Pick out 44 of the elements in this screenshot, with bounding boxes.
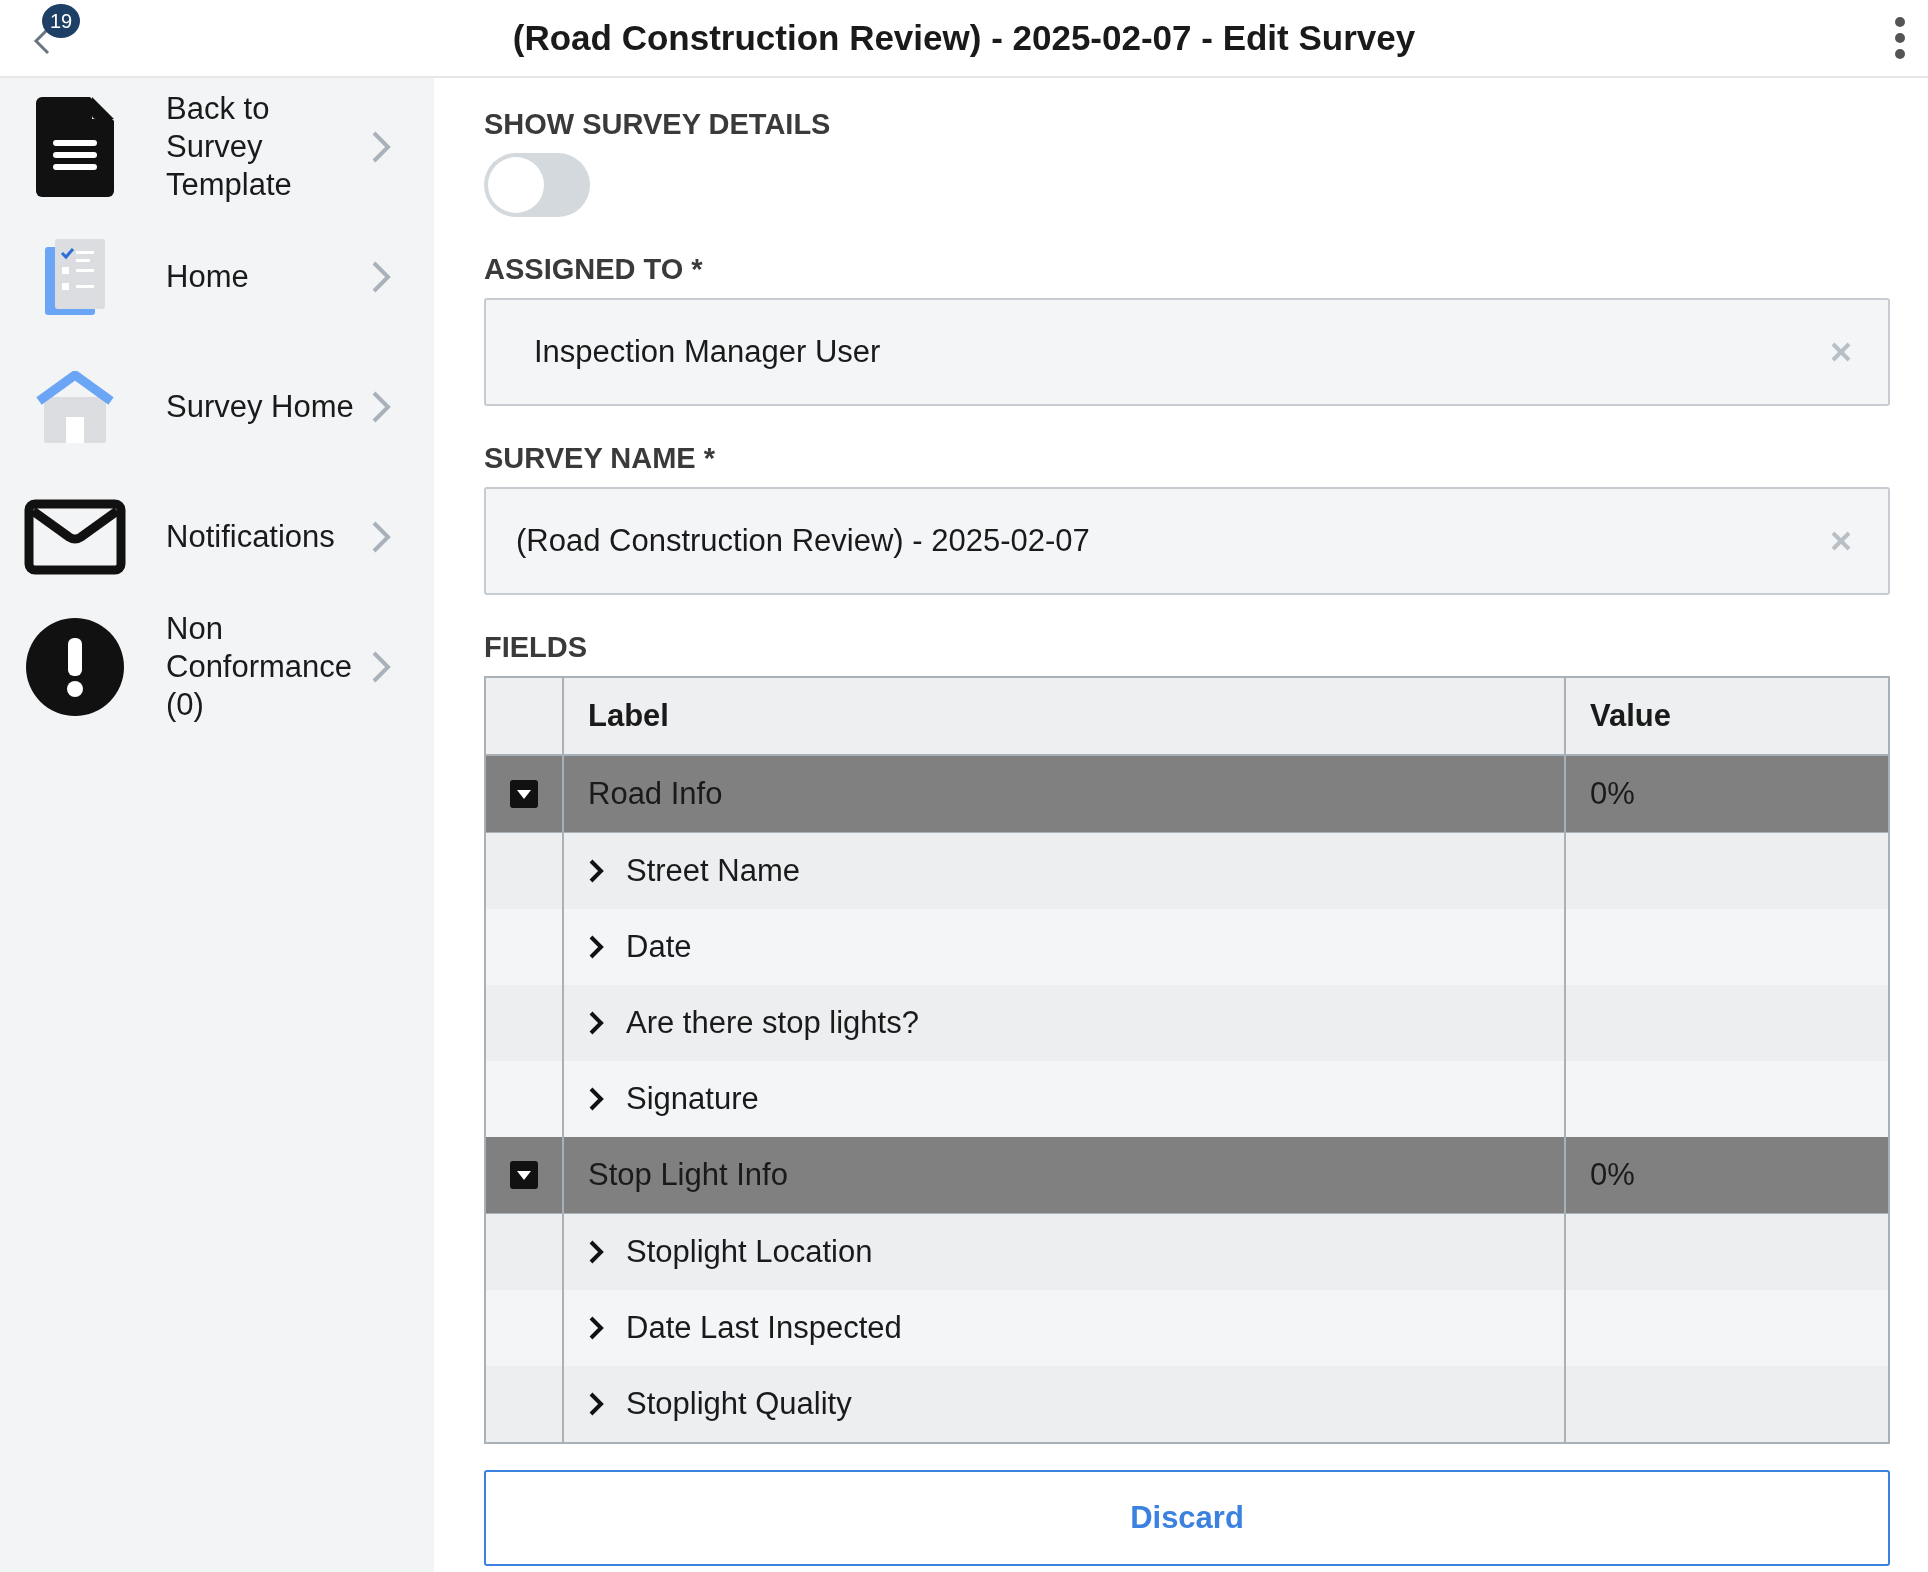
sidebar-item[interactable]: Back to Survey Template [0,82,434,212]
notification-badge: 19 [42,4,80,38]
section-label: FIELDS [484,631,589,664]
chevron-right-icon [371,650,391,684]
sidebar-item[interactable]: Non Conformance (0) [0,602,434,732]
chevron-right-icon [588,1086,604,1112]
caret-down-icon [517,789,531,799]
field-label: ASSIGNED TO * [484,253,704,286]
checklist-icon [45,239,105,315]
chevron-right-icon [371,260,391,294]
chevron-right-icon [588,858,604,884]
chevron-right-icon [588,1315,604,1341]
field-label: SHOW SURVEY DETAILS [484,108,832,141]
discard-button[interactable]: Discard [484,1470,1890,1566]
chevron-right-icon [588,1010,604,1036]
chevron-right-icon [371,130,391,164]
input-field[interactable]: Inspection Manager User [484,298,1890,406]
alert-icon [26,618,124,716]
chevron-right-icon [371,390,391,424]
column-header: Value [1565,677,1889,755]
sidebar-item[interactable]: Home [0,212,434,342]
field-label: SURVEY NAME * [484,442,716,475]
group-cell: Road Info [563,755,1565,833]
caret-down-icon [517,1170,531,1180]
more-menu-icon[interactable] [1894,16,1906,60]
input-field[interactable]: (Road Construction Review) - 2025-02-07 [484,487,1890,595]
sidebar-item[interactable]: Notifications [0,472,434,602]
group-cell: Stop Light Info [563,1137,1565,1214]
chevron-right-icon [588,934,604,960]
field-row[interactable]: Signature [564,1061,759,1137]
expand-toggle[interactable] [510,1161,538,1189]
column-header: Label [563,677,1565,755]
document-icon [36,97,114,197]
table-cell: 0% [1565,755,1889,833]
envelope-icon [24,499,126,575]
field-row[interactable]: Date [564,909,692,985]
chevron-right-icon [588,1239,604,1265]
chevron-right-icon [371,520,391,554]
expand-toggle[interactable] [510,780,538,808]
house-icon [36,371,114,443]
page-title: (Road Construction Review) - 2025-02-07 - Edit Survey [511,18,1417,58]
sidebar-item[interactable]: Survey Home [0,342,434,472]
chevron-right-icon [588,1391,604,1417]
table-cell: 0% [1565,1137,1889,1214]
